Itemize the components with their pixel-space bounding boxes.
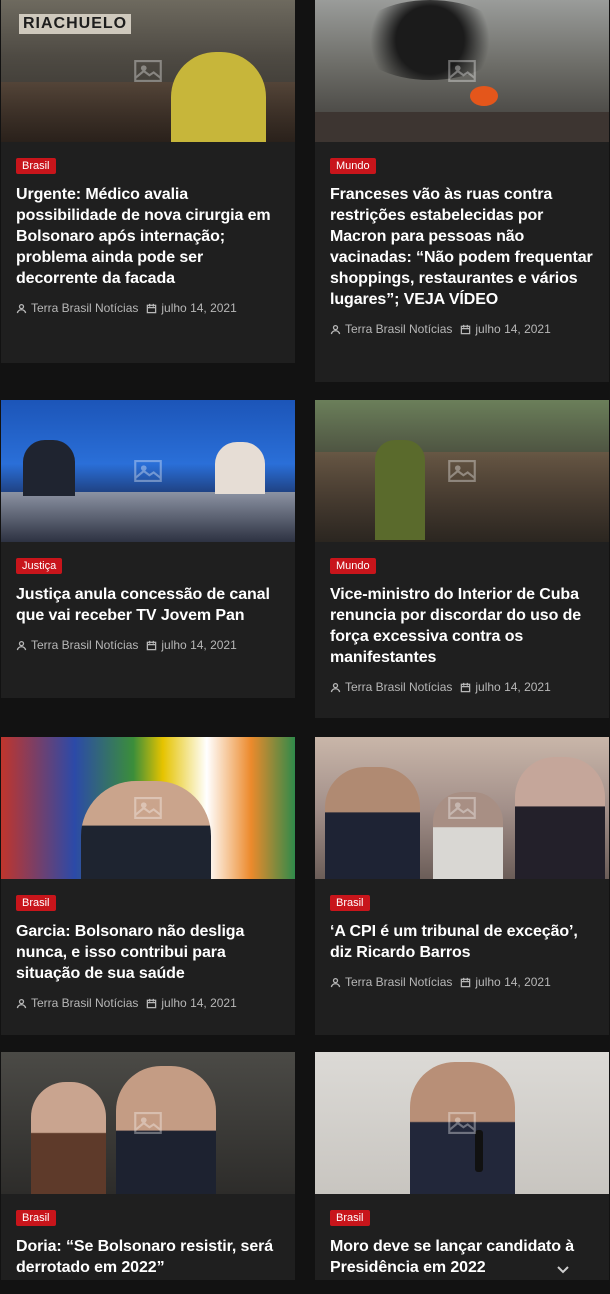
article-meta: Terra Brasil Notícias julho 14, 2021 [16,996,280,1010]
headline[interactable]: ‘A CPI é um tribunal de exceção’, diz Ri… [330,921,594,963]
storefront-sign: RIACHUELO [19,14,132,34]
category-badge[interactable]: Brasil [16,1210,56,1226]
calendar-icon [461,682,471,692]
category-badge[interactable]: Mundo [330,158,376,174]
person-right-shape [515,757,605,879]
user-icon [330,977,341,987]
news-card[interactable]: Brasil Moro deve se lançar candidato à P… [315,1052,609,1280]
fire-shape [470,86,498,106]
news-thumbnail[interactable] [315,1052,609,1194]
author-name[interactable]: Terra Brasil Notícias [31,638,138,652]
user-icon [330,324,341,334]
category-badge[interactable]: Brasil [16,158,56,174]
user-icon [16,303,27,313]
person-woman-shape [31,1082,106,1194]
article-meta: Terra Brasil Notícias julho 14, 2021 [330,975,594,989]
calendar-icon [147,998,157,1008]
news-thumbnail[interactable] [1,1052,295,1194]
image-icon [134,460,162,482]
person-green-shirt-shape [375,440,425,540]
category-badge[interactable]: Brasil [330,1210,370,1226]
yellow-shirt-shape [171,52,266,142]
news-card[interactable]: Mundo Franceses vão às ruas contra restr… [315,0,609,382]
publish-date: julho 14, 2021 [475,680,551,694]
publish-date: julho 14, 2021 [475,975,551,989]
user-icon [16,640,27,650]
author-name[interactable]: Terra Brasil Notícias [345,975,452,989]
publish-date: julho 14, 2021 [475,322,551,336]
barrier-shape [315,112,609,142]
category-badge[interactable]: Brasil [16,895,56,911]
headline[interactable]: Urgente: Médico avalia possibilidade de … [16,184,280,289]
headline[interactable]: Franceses vão às ruas contra restrições … [330,184,594,310]
news-thumbnail[interactable] [1,737,295,879]
author-name[interactable]: Terra Brasil Notícias [345,680,452,694]
anchor-right-shape [215,442,265,494]
image-icon [134,1112,162,1134]
calendar-icon [461,324,471,334]
news-thumbnail[interactable] [315,737,609,879]
headline[interactable]: Justiça anula concessão de canal que vai… [16,584,280,626]
news-card[interactable]: Brasil Doria: “Se Bolsonaro resistir, se… [1,1052,295,1280]
image-icon [448,60,476,82]
news-card[interactable]: Justiça Justiça anula concessão de canal… [1,400,295,698]
article-meta: Terra Brasil Notícias julho 14, 2021 [330,680,594,694]
category-badge[interactable]: Justiça [16,558,63,574]
desk-shape [1,492,295,542]
article-meta: Terra Brasil Notícias julho 14, 2021 [16,301,280,315]
calendar-icon [147,303,157,313]
article-meta: Terra Brasil Notícias julho 14, 2021 [330,322,594,336]
category-badge[interactable]: Mundo [330,558,376,574]
image-icon [448,797,476,819]
image-icon [448,460,476,482]
news-card[interactable]: RIACHUELO Brasil Urgente: Médico avalia … [1,0,295,363]
category-badge[interactable]: Brasil [330,895,370,911]
smoke-shape [355,0,505,80]
image-icon [134,797,162,819]
headline[interactable]: Vice-ministro do Interior de Cuba renunc… [330,584,594,668]
image-icon [448,1112,476,1134]
user-icon [330,682,341,692]
user-icon [16,998,27,1008]
article-meta: Terra Brasil Notícias julho 14, 2021 [16,638,280,652]
headline[interactable]: Garcia: Bolsonaro não desliga nunca, e i… [16,921,280,984]
news-card[interactable]: Brasil ‘A CPI é um tribunal de exceção’,… [315,737,609,1035]
publish-date: julho 14, 2021 [161,301,237,315]
news-thumbnail[interactable]: RIACHUELO [1,0,295,142]
chevron-down-icon[interactable] [556,1265,570,1275]
news-thumbnail[interactable] [1,400,295,542]
calendar-icon [461,977,471,987]
news-card[interactable]: Brasil Garcia: Bolsonaro não desliga nun… [1,737,295,1035]
person-left-shape [325,767,420,879]
author-name[interactable]: Terra Brasil Notícias [345,322,452,336]
anchor-left-shape [23,440,75,496]
news-thumbnail[interactable] [315,400,609,542]
calendar-icon [147,640,157,650]
author-name[interactable]: Terra Brasil Notícias [31,301,138,315]
headline[interactable]: Moro deve se lançar candidato à Presidên… [330,1236,594,1278]
publish-date: julho 14, 2021 [161,638,237,652]
headline[interactable]: Doria: “Se Bolsonaro resistir, será derr… [16,1236,280,1278]
publish-date: julho 14, 2021 [161,996,237,1010]
author-name[interactable]: Terra Brasil Notícias [31,996,138,1010]
image-icon [134,60,162,82]
news-thumbnail[interactable] [315,0,609,142]
news-card[interactable]: Mundo Vice-ministro do Interior de Cuba … [315,400,609,718]
